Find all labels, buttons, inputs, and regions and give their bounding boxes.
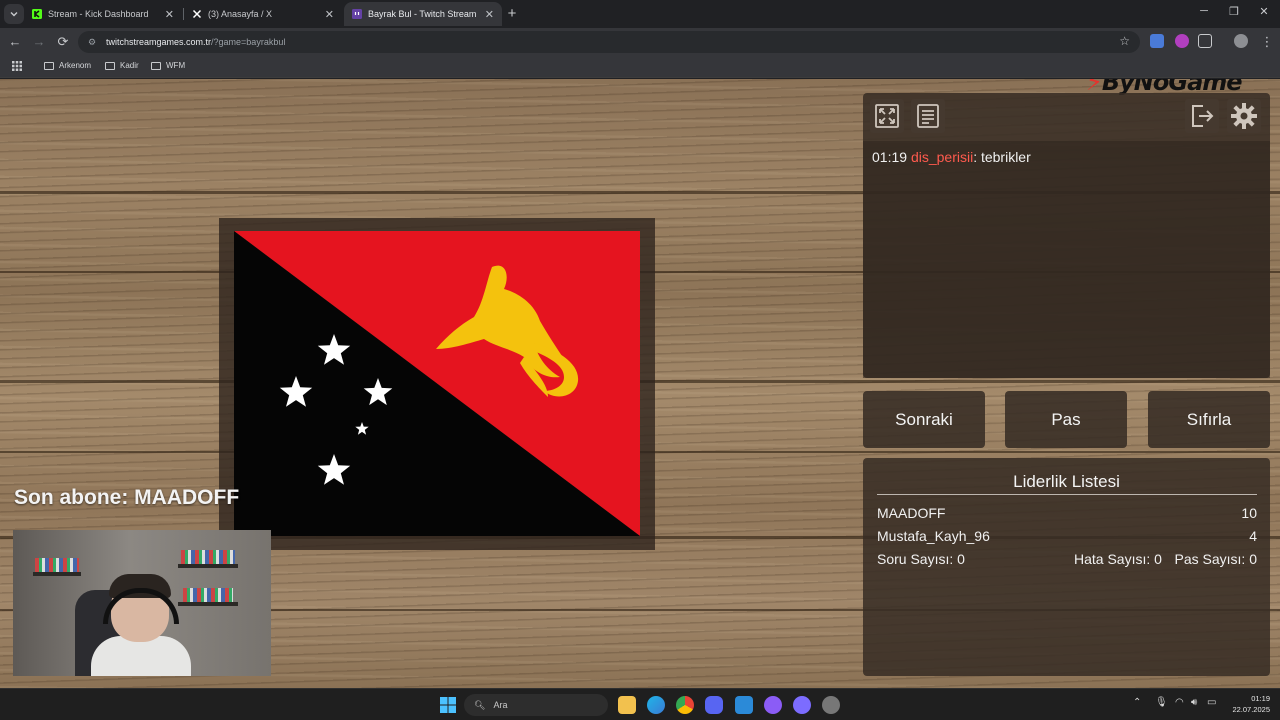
vscode-icon[interactable] [735, 696, 753, 714]
close-icon[interactable]: ✕ [485, 8, 494, 21]
bookmark-label: Arkenom [59, 61, 92, 70]
bookmark-star-icon[interactable]: ☆ [1119, 34, 1130, 48]
discord-icon[interactable] [705, 696, 723, 714]
close-icon[interactable]: ✕ [325, 8, 334, 21]
start-icon[interactable] [440, 697, 458, 715]
bookmark-label: Kadir [120, 61, 139, 70]
new-tab-button[interactable]: + [504, 4, 520, 24]
github-desktop-icon[interactable] [764, 696, 782, 714]
game-page: ⚡ByNoGame Son abone: MAADOFF 01:19 dis_p… [0, 79, 1280, 688]
window-close-icon[interactable]: ✕ [1256, 5, 1272, 18]
close-icon[interactable]: ✕ [165, 8, 174, 21]
volume-icon[interactable]: 🔊︎ [1191, 697, 1197, 708]
clock-date: 22.07.2025 [1232, 705, 1270, 714]
clock-time: 01:19 [1251, 694, 1270, 703]
browser-menu-icon[interactable]: ⋮ [1258, 33, 1276, 51]
settings-button[interactable] [1227, 99, 1261, 133]
player-name: MAADOFF [877, 505, 946, 521]
next-button[interactable]: Sonraki [863, 391, 985, 448]
flag-frame [219, 218, 655, 550]
fullscreen-icon [875, 104, 899, 128]
tab-title: Bayrak Bul - Twitch Stream Gam [368, 9, 479, 19]
player-name: Mustafa_Kayh_96 [877, 528, 990, 544]
notes-icon [917, 104, 939, 128]
tray-overflow-icon[interactable]: ⌃ [1133, 697, 1141, 708]
apps-grid-icon[interactable] [12, 61, 22, 71]
extensions-puzzle-icon[interactable] [1198, 34, 1212, 48]
leaderboard-panel: Liderlik Listesi MAADOFF 10 Mustafa_Kayh… [863, 458, 1270, 676]
taskbar-search[interactable]: 🔍︎ Ara [464, 694, 608, 716]
leaderboard-row: Mustafa_Kayh_96 4 [877, 528, 1257, 544]
leaderboard-title: Liderlik Listesi [1013, 472, 1120, 491]
microphone-icon[interactable]: 🎙︎ [1155, 697, 1168, 708]
tab-title: (3) Anasayfa / X [208, 9, 273, 19]
back-button[interactable]: ← [6, 33, 24, 51]
url-path: /?game=bayrakbul [211, 37, 286, 47]
bookmark-folder-kadir[interactable]: Kadir [105, 61, 139, 70]
x-logo-icon [192, 9, 202, 19]
tab-kick-dashboard[interactable]: Stream - Kick Dashboard ✕ [24, 2, 182, 26]
url-host: twitchstreamgames.com.tr [106, 37, 212, 47]
profile-avatar-icon[interactable] [1234, 34, 1248, 48]
chevron-down-icon [10, 12, 18, 17]
bookmark-label: WFM [166, 61, 186, 70]
app-icon[interactable] [793, 696, 811, 714]
reset-button[interactable]: Sıfırla [1148, 391, 1270, 448]
fullscreen-button[interactable] [870, 99, 904, 133]
last-subscriber-label: Son abone: MAADOFF [14, 486, 240, 509]
tab-title: Stream - Kick Dashboard [48, 9, 149, 19]
system-clock[interactable]: 01:19 22.07.2025 [1226, 693, 1270, 715]
file-explorer-icon[interactable] [618, 696, 636, 714]
kick-icon [32, 9, 42, 19]
chat-text: : tebrikler [973, 149, 1031, 165]
error-count: Hata Sayısı: 0 [1074, 551, 1162, 567]
tab-x-home[interactable]: (3) Anasayfa / X ✕ [184, 2, 342, 26]
flag-image [234, 231, 640, 536]
wifi-icon[interactable]: ◠ [1175, 697, 1184, 708]
chat-panel: 01:19 dis_perisii: tebrikler [863, 93, 1270, 378]
folder-icon [151, 61, 161, 70]
forward-button[interactable]: → [30, 33, 48, 51]
minimize-icon[interactable]: ─ [1196, 5, 1212, 17]
browser-toolbar: ← → ⟳ ⚙ twitchstreamgames.com.tr/?game=b… [0, 28, 1280, 56]
twitch-icon [352, 9, 362, 19]
folder-icon [44, 61, 54, 70]
search-placeholder: Ara [493, 700, 508, 710]
bookmarks-bar: Arkenom Kadir WFM [0, 56, 1280, 78]
extension-icon[interactable] [1175, 34, 1189, 48]
tab-strip: Stream - Kick Dashboard ✕ (3) Anasayfa /… [0, 0, 1280, 28]
pass-count: Pas Sayısı: 0 [1174, 551, 1257, 567]
chat-message: 01:19 dis_perisii: tebrikler [872, 149, 1031, 165]
site-info-icon[interactable]: ⚙ [88, 37, 98, 47]
translate-extension-icon[interactable] [1150, 34, 1164, 48]
address-bar[interactable]: ⚙ twitchstreamgames.com.tr/?game=bayrakb… [78, 31, 1140, 53]
logout-icon [1192, 105, 1214, 127]
chrome-icon[interactable] [676, 696, 694, 714]
folder-icon [105, 61, 115, 70]
windows-taskbar: 🔍︎ Ara ⌃ 🎙︎ ◠ 🔊︎ ▭ 01:19 22.07.2025 [0, 688, 1280, 720]
battery-icon[interactable]: ▭ [1207, 697, 1216, 708]
player-score: 4 [1249, 528, 1257, 544]
reload-button[interactable]: ⟳ [54, 33, 72, 51]
player-score: 10 [1241, 505, 1257, 521]
leaderboard-row: MAADOFF 10 [877, 505, 1257, 521]
bookmark-folder-wfm[interactable]: WFM [151, 61, 185, 70]
settings-icon [1231, 103, 1257, 129]
search-icon: 🔍︎ [474, 699, 486, 710]
webcam-feed [13, 530, 271, 676]
question-count: Soru Sayısı: 0 [877, 551, 965, 567]
chat-username: dis_perisii [910, 149, 974, 165]
edge-icon[interactable] [647, 696, 665, 714]
chat-time: 01:19 [872, 149, 908, 165]
obs-icon[interactable] [822, 696, 840, 714]
chat-messages: 01:19 dis_perisii: tebrikler [863, 141, 1270, 378]
tab-bayrak-bul[interactable]: Bayrak Bul - Twitch Stream Gam ✕ [344, 2, 502, 26]
bookmark-folder-arkenom[interactable]: Arkenom [44, 61, 91, 70]
restore-icon[interactable]: ❐ [1226, 5, 1242, 18]
logout-button[interactable] [1185, 99, 1219, 133]
pass-button[interactable]: Pas [1005, 391, 1127, 448]
notes-button[interactable] [911, 99, 945, 133]
tab-search-button[interactable] [4, 4, 24, 24]
